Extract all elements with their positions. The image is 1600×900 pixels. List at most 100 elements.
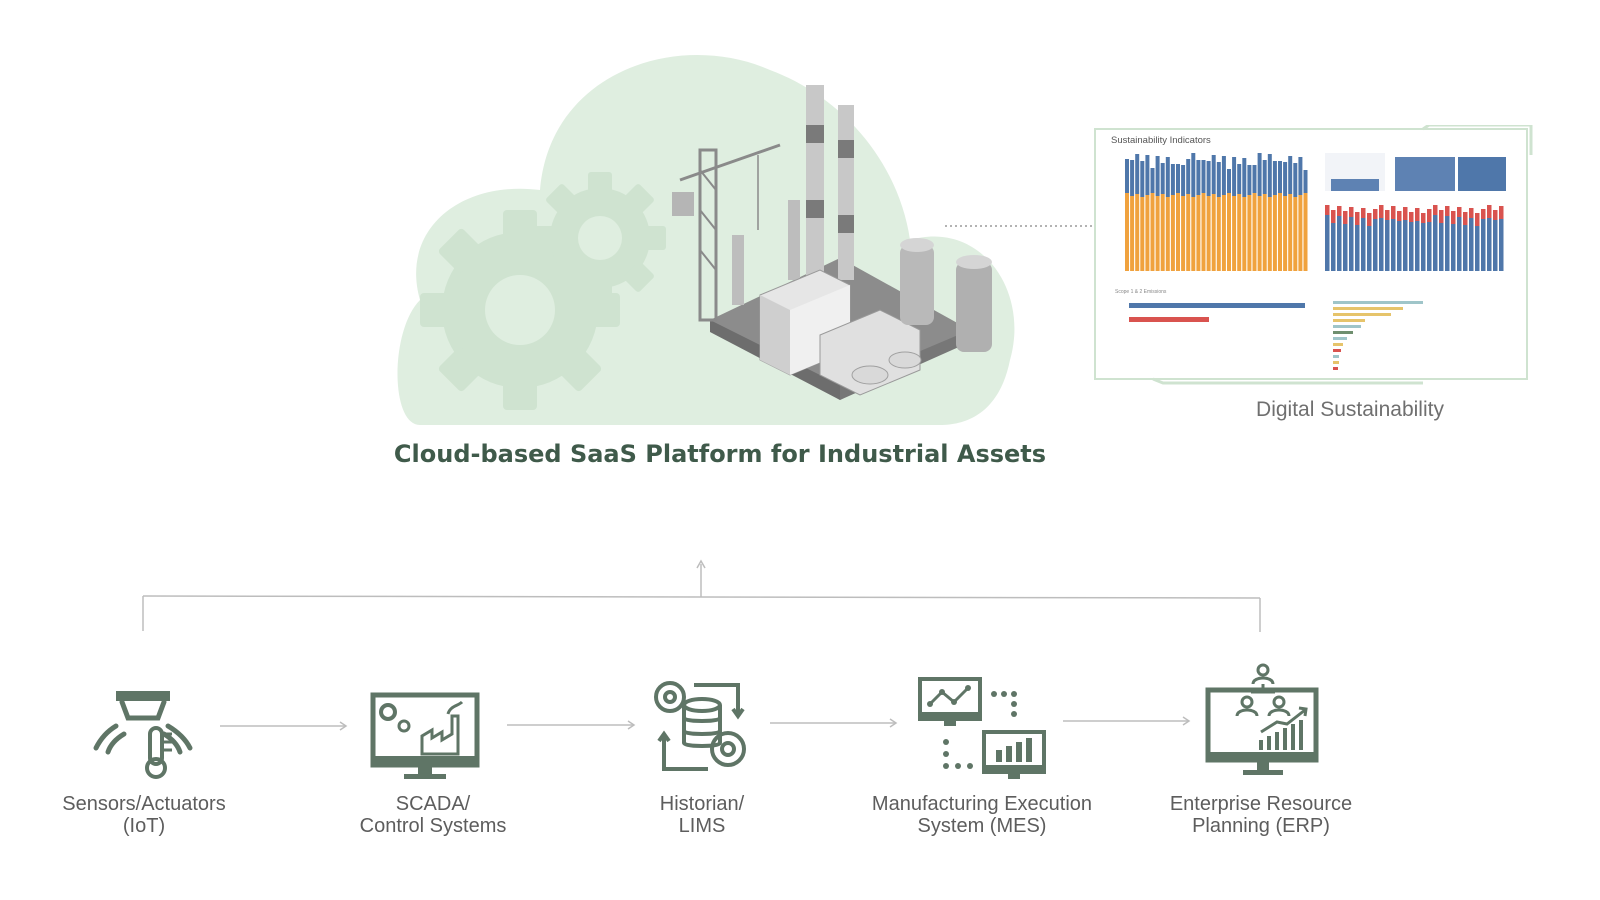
left-bar-blue [1227,169,1231,193]
left-bar-blue [1237,164,1242,194]
right-hbar [1333,355,1339,358]
left-bar-blue [1303,170,1308,193]
right-bar-red [1463,212,1468,225]
left-bar-orange [1140,197,1145,271]
right-bar-blue [1469,218,1474,271]
right-bar-red [1427,209,1432,222]
left-bar-blue [1206,161,1211,196]
right-bar-red [1403,207,1408,220]
right-bar-red [1457,207,1462,217]
small-gear-icon [534,172,666,304]
left-bar-orange [1165,197,1170,271]
right-bar-red [1409,212,1414,222]
left-bar-orange [1191,197,1196,271]
left-bar-blue [1150,168,1155,193]
right-bar-red [1439,210,1444,223]
sensor-thermometer-icon [93,691,193,779]
left-bar-blue [1298,157,1303,195]
right-bar-blue [1367,226,1372,271]
left-bar-blue [1201,160,1206,193]
left-bar-blue [1257,153,1262,196]
summary-boxes [1325,153,1506,191]
left-bar-orange [1186,194,1191,271]
right-bar-red [1385,210,1390,220]
right-bar-red [1379,205,1384,218]
left-bar-blue [1272,161,1277,195]
right-bar-red [1343,211,1348,224]
svg-text:Scope 1 & 2 Emissions: Scope 1 & 2 Emissions [1115,289,1167,295]
connector-bracket [142,559,1261,632]
left-bar-blue [1125,159,1129,193]
right-bar-blue [1415,221,1420,271]
right-bar-red [1355,212,1360,225]
left-bar-orange [1130,196,1135,271]
left-bar-orange [1257,196,1262,271]
left-bar-orange [1262,194,1267,271]
left-bar-orange [1278,193,1282,271]
left-bar-blue [1252,165,1257,193]
right-hbar [1333,307,1403,310]
right-bar-blue [1337,216,1342,271]
right-bar-blue [1451,224,1456,271]
left-bar-orange [1145,195,1150,271]
left-bar-orange [1150,193,1155,271]
left-bar-blue [1155,156,1160,196]
right-bar-blue [1499,219,1504,271]
left-bar-blue [1262,160,1267,194]
right-bar-red [1361,208,1366,218]
left-bar-orange [1232,196,1237,271]
right-bar-blue [1325,215,1330,271]
left-bar-orange [1125,193,1129,271]
left-bar-orange [1155,196,1160,271]
left-bar-orange [1283,196,1288,271]
right-bar-blue [1409,222,1414,271]
right-bar-blue [1463,225,1468,271]
left-bar-orange [1237,194,1242,271]
left-bar-orange [1181,196,1186,271]
erp-monitor-icon [1205,663,1319,775]
left-bar-orange [1267,197,1272,271]
right-bar-blue [1391,219,1396,271]
mes-monitors-icon [918,677,1046,779]
right-hbar [1333,361,1339,364]
left-bar-orange [1160,194,1165,271]
left-bar-blue [1130,160,1135,196]
right-bar-red [1487,205,1492,218]
right-hbar [1333,325,1361,328]
left-bar-orange [1303,193,1308,271]
right-bar-red [1349,207,1354,217]
left-bar-orange [1206,196,1211,271]
left-bar-blue [1145,155,1150,195]
left-bar-blue [1293,163,1298,197]
right-bar-red [1481,209,1486,219]
sustainability-dashboard: Sustainability Indicators Scope 1 & 2 Em… [1094,125,1533,385]
left-bar-orange [1272,195,1277,271]
right-bar-blue [1421,223,1426,271]
right-bar-red [1433,205,1438,215]
right-bar-red [1325,205,1330,215]
right-bar-blue [1445,216,1450,271]
right-bar-red [1421,213,1426,223]
right-bar-red [1499,206,1504,219]
right-bar-blue [1385,220,1390,271]
left-bar-orange [1135,194,1140,271]
right-bar-red [1391,206,1396,219]
right-bar-blue [1361,218,1366,271]
right-bar-blue [1427,222,1432,271]
right-bar-blue [1475,226,1480,271]
right-bar-blue [1331,223,1336,271]
right-bar-blue [1433,215,1438,271]
right-bar-red [1337,206,1342,216]
right-hbar [1333,301,1423,304]
right-bar-red [1331,210,1336,223]
right-bar-blue [1403,220,1408,271]
right-bar-red [1469,208,1474,218]
system-label-erp: Enterprise Resource Planning (ERP) [1169,793,1353,837]
left-bar-blue [1140,161,1145,197]
left-bar-blue [1176,164,1180,193]
left-bar-orange [1211,194,1216,271]
left-bar-blue [1288,156,1293,194]
right-bar-red [1415,208,1420,221]
left-bar-blue [1216,162,1221,197]
right-hbar [1333,319,1365,322]
